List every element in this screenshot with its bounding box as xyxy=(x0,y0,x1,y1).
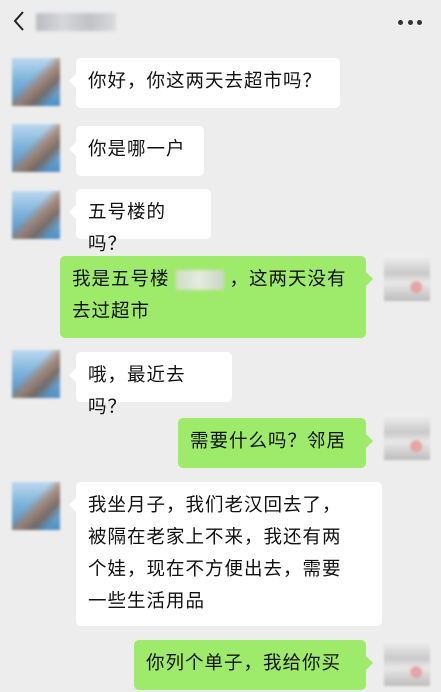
message-text: 需要什么吗？邻居 xyxy=(190,431,347,452)
message-text: 五号楼的吗？ xyxy=(88,202,167,255)
message-line: 被隔在老家上不来，我还有两 xyxy=(88,527,342,548)
message-line: 个娃，现在不方便出去，需要 xyxy=(88,559,342,580)
contact-avatar[interactable] xyxy=(12,58,60,106)
message-text: 你列个单子，我给你买 xyxy=(146,653,342,674)
contact-avatar[interactable] xyxy=(12,191,60,239)
message-text: 哦，最近去吗？ xyxy=(88,365,186,418)
message-line: 一些生活用品 xyxy=(88,591,206,612)
contact-name-redacted xyxy=(36,13,116,31)
message-text: 你好，你这两天去超市吗？ xyxy=(88,71,323,92)
contact-avatar[interactable] xyxy=(12,482,60,530)
contact-avatar[interactable] xyxy=(12,350,60,398)
my-avatar[interactable] xyxy=(384,640,430,686)
my-avatar[interactable] xyxy=(384,255,430,301)
chevron-left-icon[interactable] xyxy=(12,10,26,32)
message-bubble-sent[interactable]: 你列个单子，我给你买 xyxy=(134,640,373,690)
contact-avatar[interactable] xyxy=(12,124,60,172)
message-bubble-sent[interactable]: 我是五号楼 ，这两天没有 去过超市 xyxy=(60,256,373,338)
message-bubble-received[interactable]: 你好，你这两天去超市吗？ xyxy=(69,58,340,108)
message-bubble-received[interactable]: 我坐月子，我们老汉回去了， 被隔在老家上不来，我还有两 个娃，现在不方便出去，需… xyxy=(69,482,382,626)
my-avatar[interactable] xyxy=(384,414,430,460)
message-bubble-received[interactable]: 你是哪一户 xyxy=(69,126,204,176)
message-bubble-received[interactable]: 五号楼的吗？ xyxy=(69,189,211,255)
message-line: 去过超市 xyxy=(72,301,151,322)
message-text: 我是五号楼 xyxy=(72,269,170,290)
message-bubble-received[interactable]: 哦，最近去吗？ xyxy=(69,352,232,418)
message-bubble-sent[interactable]: 需要什么吗？邻居 xyxy=(178,418,373,468)
redacted-text xyxy=(175,270,224,290)
more-dots-icon[interactable] xyxy=(398,19,422,25)
message-line: 我是五号楼 ，这两天没有 xyxy=(72,264,354,296)
message-line: 我坐月子，我们老汉回去了， xyxy=(88,495,342,516)
message-text: ，这两天没有 xyxy=(229,269,347,290)
chat-header xyxy=(0,0,441,44)
message-text: 你是哪一户 xyxy=(88,139,186,160)
